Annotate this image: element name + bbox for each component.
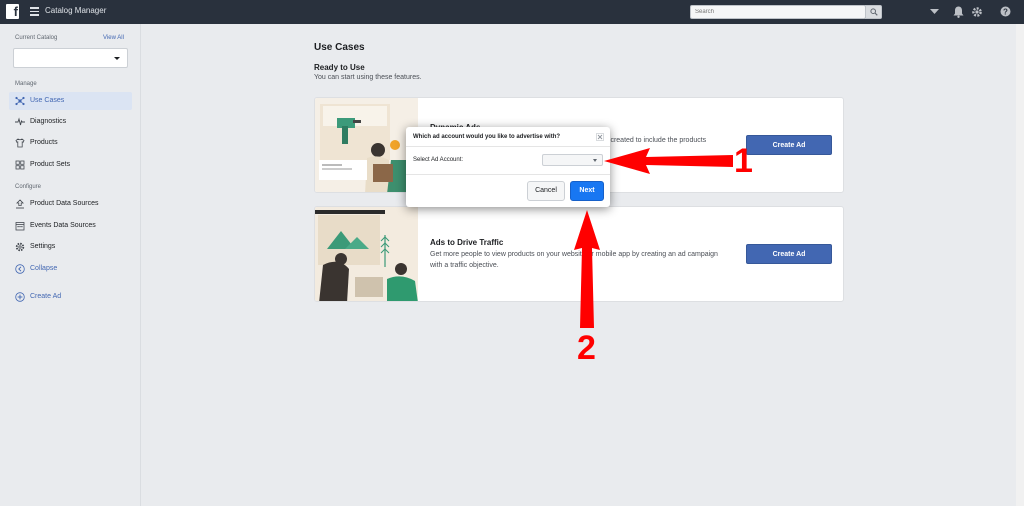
section-title: Ready to Use xyxy=(314,63,365,72)
pulse-icon xyxy=(15,117,25,126)
svg-text:?: ? xyxy=(1003,7,1008,16)
view-all-link[interactable]: View All xyxy=(103,35,124,41)
upload-icon xyxy=(16,199,24,209)
chevron-down-icon xyxy=(114,57,120,60)
plus-circle-icon xyxy=(15,292,25,302)
sidebar-item-label: Products xyxy=(30,139,58,146)
sidebar-item-product-data-sources[interactable]: Product Data Sources xyxy=(9,195,132,213)
calendar-icon xyxy=(15,222,25,231)
sidebar-item-label: Use Cases xyxy=(30,97,65,104)
sidebar-item-settings[interactable]: Settings xyxy=(9,238,132,256)
current-catalog-label: Current Catalog xyxy=(15,35,58,41)
top-navigation-bar: f Catalog Manager ? xyxy=(0,0,1024,24)
traffic-ads-illustration xyxy=(315,207,418,301)
section-subtitle: You can start using these features. xyxy=(314,74,422,81)
sidebar-item-events-data-sources[interactable]: Events Data Sources xyxy=(9,217,132,235)
sidebar-item-label: Product Sets xyxy=(30,161,71,168)
scrollbar[interactable] xyxy=(1016,24,1024,506)
sidebar-item-label: Settings xyxy=(30,243,56,250)
dropdown-arrow-icon[interactable] xyxy=(930,9,939,15)
catalog-select[interactable] xyxy=(13,48,128,68)
close-icon[interactable] xyxy=(596,133,604,141)
ad-account-dialog: Which ad account would you like to adver… xyxy=(406,127,610,207)
gear-icon xyxy=(15,242,25,252)
sidebar-item-label: Product Data Sources xyxy=(30,200,99,207)
dialog-divider xyxy=(406,174,610,175)
sidebar: Current Catalog View All Manage Use Case… xyxy=(0,24,141,506)
dialog-title: Which ad account would you like to adver… xyxy=(413,134,561,140)
next-button[interactable]: Next xyxy=(570,181,604,201)
notifications-bell-icon[interactable] xyxy=(953,6,964,18)
ad-account-select[interactable] xyxy=(542,154,603,166)
sidebar-item-diagnostics[interactable]: Diagnostics xyxy=(9,113,132,131)
sidebar-item-label: Diagnostics xyxy=(30,118,67,125)
annotation-step-2: 2 xyxy=(577,329,596,367)
use-cases-icon xyxy=(15,96,25,106)
shirt-icon xyxy=(15,138,25,148)
sidebar-create-ad[interactable]: Create Ad xyxy=(9,288,132,306)
use-case-card-traffic: Ads to Drive Traffic Get more people to … xyxy=(314,206,844,302)
chevron-left-icon xyxy=(15,264,25,274)
dynamic-ads-illustration xyxy=(315,98,418,192)
sidebar-item-products[interactable]: Products xyxy=(9,134,132,152)
hamburger-menu-icon[interactable] xyxy=(30,7,39,16)
settings-gear-icon[interactable] xyxy=(971,6,983,18)
select-ad-account-label: Select Ad Account: xyxy=(413,157,464,163)
search-input[interactable] xyxy=(690,5,866,19)
sidebar-item-use-cases[interactable]: Use Cases xyxy=(9,92,132,110)
page-title: Use Cases xyxy=(314,42,365,53)
grid-icon xyxy=(15,160,25,170)
create-ad-button[interactable]: Create Ad xyxy=(746,244,832,264)
sidebar-item-label: Events Data Sources xyxy=(30,222,96,229)
facebook-logo-icon[interactable]: f xyxy=(6,4,19,19)
dialog-header: Which ad account would you like to adver… xyxy=(406,127,610,147)
sidebar-item-collapse[interactable]: Collapse xyxy=(9,260,132,278)
card-title: Ads to Drive Traffic xyxy=(430,238,504,247)
chevron-down-icon xyxy=(593,159,597,162)
sidebar-item-label: Collapse xyxy=(30,265,58,272)
configure-section-label: Configure xyxy=(15,184,42,190)
search-button[interactable] xyxy=(865,5,882,19)
app-title: Catalog Manager xyxy=(45,6,107,15)
help-icon[interactable]: ? xyxy=(1000,6,1011,17)
manage-section-label: Manage xyxy=(15,81,37,87)
annotation-step-1: 1 xyxy=(734,142,753,180)
search-icon xyxy=(870,8,878,16)
create-ad-button[interactable]: Create Ad xyxy=(746,135,832,155)
sidebar-item-label: Create Ad xyxy=(30,293,62,300)
sidebar-item-product-sets[interactable]: Product Sets xyxy=(9,156,132,174)
cancel-button[interactable]: Cancel xyxy=(527,181,565,201)
card-description: Get more people to view products on your… xyxy=(430,251,718,269)
